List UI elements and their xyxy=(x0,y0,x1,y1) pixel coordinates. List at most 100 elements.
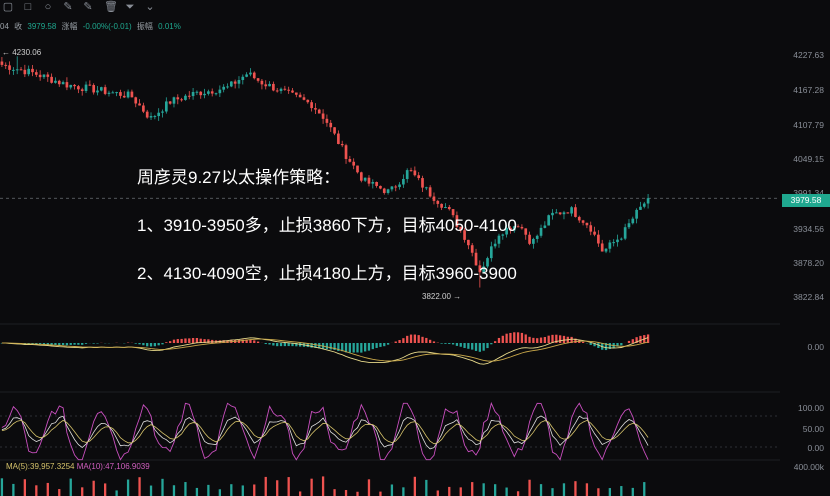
volume-bar xyxy=(218,489,221,496)
macd-bar xyxy=(620,343,623,346)
macd-bar xyxy=(344,343,348,353)
candle-body xyxy=(80,89,84,91)
candle-body xyxy=(543,225,547,228)
macd-bar xyxy=(367,343,371,351)
volume-bar xyxy=(562,483,566,496)
volume-bar xyxy=(539,484,543,496)
osc-tick: 100.00 xyxy=(798,403,824,413)
volume-bar xyxy=(115,490,118,496)
candle-body xyxy=(635,209,638,219)
candle-body xyxy=(260,80,264,85)
candle-body xyxy=(46,74,50,77)
volume-bar xyxy=(516,491,520,496)
candle-body xyxy=(69,84,73,88)
candle-body xyxy=(283,88,287,90)
macd-bar xyxy=(92,343,95,344)
volume-bar xyxy=(459,487,462,496)
macd-bar xyxy=(589,343,592,345)
candle-body xyxy=(191,91,195,97)
candle-body xyxy=(532,238,535,244)
volume-bar xyxy=(597,488,600,496)
macd-bar xyxy=(188,338,191,343)
macd-bar xyxy=(627,340,631,343)
candle-body xyxy=(199,91,203,96)
macd-bar xyxy=(383,343,386,347)
candle-body xyxy=(616,239,619,243)
volume-bar xyxy=(207,484,210,496)
macd-bar xyxy=(58,343,61,346)
macd-bar xyxy=(364,343,367,352)
candle-body xyxy=(233,81,237,84)
macd-bar xyxy=(325,343,329,350)
macd-bar xyxy=(413,334,416,343)
strategy-text: 周彦灵9.27以太操作策略： 1、3910-3950多，止损3860下方，目标4… xyxy=(137,163,517,284)
volume-bar xyxy=(0,478,4,496)
candle-body xyxy=(31,68,34,73)
macd-bar xyxy=(253,340,256,343)
candle-body xyxy=(84,84,88,91)
candle-body xyxy=(279,88,283,92)
volume-bar xyxy=(230,484,233,496)
candle-body xyxy=(597,234,600,244)
candle-body xyxy=(264,84,268,87)
volume-tick: 400.00k xyxy=(793,462,824,472)
macd-bar xyxy=(551,334,554,343)
candle-body xyxy=(203,93,206,96)
macd-bar xyxy=(134,343,137,344)
macd-bar xyxy=(81,343,84,345)
price-tick: 4167.28 xyxy=(793,85,824,95)
candle-body xyxy=(608,242,612,249)
macd-bar xyxy=(406,335,409,343)
candle-body xyxy=(153,116,157,118)
volume-bar xyxy=(69,478,72,496)
candle-body xyxy=(180,99,183,101)
macd-bar xyxy=(146,343,149,347)
macd-bar xyxy=(631,339,634,343)
volume-bar xyxy=(138,477,141,496)
candle-body xyxy=(256,78,260,81)
candle-body xyxy=(92,85,96,93)
candle-body xyxy=(577,216,581,221)
macd-bar xyxy=(84,343,88,344)
volume-bar xyxy=(264,476,267,496)
volume-bar xyxy=(184,482,187,496)
candle-body xyxy=(558,212,562,215)
candle-body xyxy=(34,72,38,75)
high-annotation: ← 4230.06 xyxy=(2,48,42,57)
macd-bar xyxy=(180,338,183,343)
candle-body xyxy=(619,238,623,240)
price-tick: 4107.79 xyxy=(793,120,824,130)
candle-body xyxy=(287,89,291,91)
candle-body xyxy=(164,101,168,112)
candle-body xyxy=(535,235,539,239)
candle-body xyxy=(600,243,604,252)
macd-bar xyxy=(371,343,374,350)
macd-bar xyxy=(138,343,141,345)
volume-bar xyxy=(35,485,38,496)
candle-body xyxy=(4,64,8,66)
volume-bar xyxy=(46,482,49,496)
candle-body xyxy=(207,91,210,94)
candle-body xyxy=(142,105,145,112)
volume-bar xyxy=(310,478,313,496)
volume-bar xyxy=(276,480,279,496)
candle-body xyxy=(642,203,646,207)
candle-body xyxy=(314,108,317,110)
macd-bar xyxy=(283,343,286,347)
candle-body xyxy=(249,72,252,75)
volume-bar xyxy=(631,487,634,496)
candle-body xyxy=(119,92,122,96)
price-axis: 4227.63 4167.28 4107.79 4049.15 3991.34 … xyxy=(780,0,830,496)
osc-tick: 0.00 xyxy=(807,443,824,453)
volume-bar xyxy=(92,480,95,496)
macd-bar xyxy=(520,332,524,343)
volume-bar xyxy=(643,482,646,496)
macd-bar xyxy=(490,343,493,345)
candle-body xyxy=(627,223,631,228)
volume-bar xyxy=(12,483,15,496)
macd-bar xyxy=(329,343,332,350)
macd-bar xyxy=(73,343,76,345)
volume-bar xyxy=(551,488,554,496)
volume-bar xyxy=(448,486,451,496)
volume-bar xyxy=(574,481,577,496)
